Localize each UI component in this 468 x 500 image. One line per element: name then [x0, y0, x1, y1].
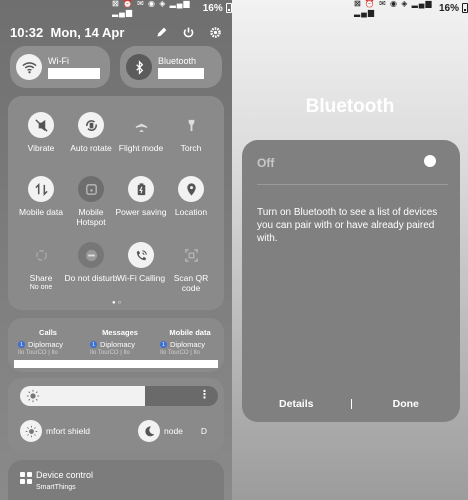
eye-comfort-label: mfort shield	[46, 426, 90, 436]
grid-apps-icon	[20, 472, 32, 484]
quick-panel: ⊠ ⏰ ✉ ◉ ◈ ▂▄▆ ▂▄▆ 16% 10:32 Mon, 14 Apr …	[0, 0, 232, 500]
details-button[interactable]: Details	[242, 398, 351, 410]
quick-tiles-grid: Vibrate Auto rotate Flight mode Torch Mo…	[8, 96, 224, 310]
sim-badge-icon: 1	[18, 341, 25, 348]
usage-mobile-data: Mobile data 1 Diplomacy Ilo TourCO | Ilo	[160, 328, 211, 356]
battery-percent: 16%	[202, 2, 223, 14]
wifi-tile[interactable]: Wi-Fi	[10, 46, 110, 88]
status-bar-left: ⊠ ⏰ ✉ ◉ ◈ ▂▄▆ ▂▄▆ 16%	[112, 0, 232, 17]
status-bar-right: ⊠ ⏰ ✉ ◉ ◈ ▂▄▆ ▂▄▆ 16%	[354, 0, 468, 17]
tile-flight-mode[interactable]: Flight mode	[114, 112, 168, 153]
wifi-icon	[16, 54, 42, 80]
dark-mode-label: node	[164, 426, 183, 436]
tile-location[interactable]: Location	[164, 176, 218, 217]
tile-vibrate[interactable]: Vibrate	[14, 112, 68, 153]
usage-redacted	[14, 360, 218, 368]
more-options-icon[interactable]: ⋮	[199, 388, 210, 401]
battery-icon	[462, 3, 468, 13]
page-indicator: ●○	[112, 300, 124, 306]
torch-icon	[178, 112, 204, 138]
airplane-icon	[128, 112, 154, 138]
eye-comfort-toggle[interactable]: mfort shield	[20, 420, 90, 442]
usage-calls: Calls 1 Diplomacy Ilo TourCO | Ilo	[18, 328, 64, 356]
tile-wifi-calling[interactable]: Wi-Fi Calling	[114, 242, 168, 283]
done-button[interactable]: Done	[352, 398, 461, 410]
clock: 10:32 Mon, 14 Apr	[10, 24, 125, 40]
tile-scan-qr[interactable]: Scan QR code	[164, 242, 218, 293]
vibrate-icon	[28, 112, 54, 138]
tile-power-saving[interactable]: Power saving	[114, 176, 168, 217]
status-icons: ⊠ ⏰ ✉ ◉ ◈ ▂▄▆ ▂▄▆	[354, 0, 433, 17]
status-icons: ⊠ ⏰ ✉ ◉ ◈ ▂▄▆ ▂▄▆	[112, 0, 191, 17]
bluetooth-message: Turn on Bluetooth to see a list of devic…	[257, 207, 438, 244]
eye-comfort-icon	[20, 420, 42, 442]
sim-badge-icon: 1	[90, 341, 97, 348]
sim-usage-panel[interactable]: Calls 1 Diplomacy Ilo TourCO | Ilo Messag…	[8, 318, 224, 372]
moon-icon	[138, 420, 160, 442]
share-sublabel: No one	[29, 284, 53, 291]
bluetooth-state-label: Off	[257, 156, 275, 170]
edit-icon[interactable]	[155, 26, 168, 39]
bluetooth-tile[interactable]: Bluetooth	[120, 46, 222, 88]
wifi-calling-icon	[128, 242, 154, 268]
brightness-sun-icon	[26, 389, 40, 403]
settings-gear-icon[interactable]	[209, 26, 222, 39]
tile-mobile-hotspot[interactable]: Mobile Hotspot	[64, 176, 118, 227]
battery-icon	[128, 176, 154, 202]
divider	[257, 184, 448, 185]
tile-torch[interactable]: Torch	[164, 112, 218, 153]
do-not-disturb-icon	[78, 242, 104, 268]
bluetooth-device-redacted	[158, 67, 204, 79]
bluetooth-icon	[126, 54, 152, 80]
device-control-title: Device control	[36, 470, 94, 480]
auto-rotate-icon	[78, 112, 104, 138]
mobile-data-icon	[28, 176, 54, 202]
power-icon[interactable]	[182, 26, 195, 39]
wifi-label: Wi-Fi	[48, 55, 69, 66]
tile-do-not-disturb[interactable]: Do not disturb	[64, 242, 118, 283]
brightness-panel: ⋮ mfort shield node D	[8, 378, 224, 452]
dark-mode-toggle[interactable]: node D	[138, 420, 207, 442]
battery-percent: 16%	[439, 2, 460, 14]
quick-panel-header: 10:32 Mon, 14 Apr	[10, 22, 222, 42]
tile-share[interactable]: Share No one	[14, 242, 68, 291]
usage-messages: Messages 1 Diplomacy Ilo TourCO | Ilo	[90, 328, 138, 356]
device-control-panel[interactable]: Device control SmartThings	[8, 460, 224, 500]
tile-auto-rotate[interactable]: Auto rotate	[64, 112, 118, 153]
brightness-slider[interactable]: ⋮	[20, 386, 218, 406]
bluetooth-label: Bluetooth	[158, 55, 197, 66]
bluetooth-settings-screen: ⊠ ⏰ ✉ ◉ ◈ ▂▄▆ ▂▄▆ 16% Bluetooth Off Turn…	[232, 0, 468, 500]
qr-scan-icon	[178, 242, 204, 268]
bluetooth-toggle[interactable]	[424, 155, 436, 167]
share-icon	[28, 242, 54, 268]
device-control-subtitle: SmartThings	[36, 484, 76, 491]
bluetooth-title: Bluetooth	[305, 96, 395, 117]
tile-mobile-data[interactable]: Mobile data	[14, 176, 68, 217]
dark-mode-trail: D	[200, 426, 208, 436]
bluetooth-dialog: Off Turn on Bluetooth to see a list of d…	[242, 140, 460, 422]
wifi-network-redacted	[48, 67, 100, 79]
hotspot-icon	[78, 176, 104, 202]
sim-badge-icon: 1	[160, 341, 167, 348]
location-icon	[178, 176, 204, 202]
